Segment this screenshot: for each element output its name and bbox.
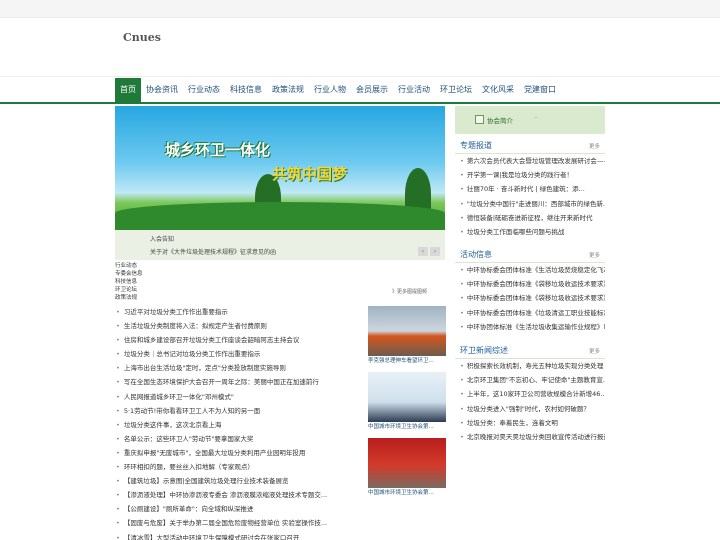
nav-item[interactable]: 党建窗口 — [519, 78, 561, 102]
news-item[interactable]: 重庆拟申报"无废城市"，全国最大垃圾分类利用产业园明年投用 — [115, 446, 365, 460]
section-item[interactable]: 北京环卫集团"不忘初心、牢记使命"主题教育宣... — [455, 373, 605, 387]
category-link[interactable]: 科技信息 — [115, 278, 143, 286]
news-item[interactable]: 习近平对垃圾分类工作作出重要指示 — [115, 305, 365, 319]
thumb-image — [368, 438, 446, 488]
news-item[interactable]: 写在全国生态环境保护大会召开一周年之际：美丽中国正在加速前行 — [115, 375, 365, 389]
section-item[interactable]: 垃圾分类：奉着民生，连着文明 — [455, 416, 605, 430]
nav-item[interactable]: 政策法规 — [267, 78, 309, 102]
section-item[interactable]: "垃圾分类中国行"走进丽川：西部城市的绿色新... — [455, 197, 605, 211]
section-item[interactable]: 中环协标委会团体标准《袋移垃圾收运技术要求》... — [455, 291, 605, 305]
section-activities: 活动信息更多中环协标委会团体标准《生活垃圾焚烧稳定化飞灰...中环协标委会团体标… — [455, 247, 605, 334]
category-link[interactable]: 行业动态 — [115, 262, 143, 270]
news-item[interactable]: 【建筑垃圾】示意图|全国建筑垃圾处理行业技术装备展览 — [115, 474, 365, 488]
images-more-link[interactable]: 》更多图提图频 — [392, 288, 427, 295]
photo-thumb[interactable]: 中国城市环境卫生协会第... — [368, 438, 446, 502]
section-title[interactable]: 活动信息 — [460, 249, 492, 260]
nav-item[interactable]: 会员展示 — [351, 78, 393, 102]
banner-title-right: 共筑中国梦 — [272, 165, 348, 183]
nav-item[interactable]: 协会资讯 — [141, 78, 183, 102]
section-header: 环卫新闻综述 更多 — [455, 343, 605, 359]
section-more-link[interactable]: 更多 — [589, 142, 600, 150]
chevron-right-icon[interactable]: › — [430, 247, 440, 256]
intro-label: 协会简介 — [487, 117, 513, 125]
category-link[interactable]: 环卫论坛 — [115, 286, 143, 294]
nav-item[interactable]: 首页 — [115, 78, 141, 102]
section-item[interactable]: 中环协标委会团体标准《袋移垃圾收运技术要求》... — [455, 277, 605, 291]
news-item[interactable]: 生活垃圾分类制度将入法：拟规定产生者付费原则 — [115, 319, 365, 333]
section-item[interactable]: 北京晚报对昊天昊垃圾分类回收宣传活动进行报道 — [455, 430, 605, 444]
news-item[interactable]: 上海市出台生活垃圾"定时，定点"分类投放制度实施导则 — [115, 361, 365, 375]
photo-thumb[interactable]: 李克强总理伸车看望环卫... — [368, 306, 446, 370]
news-item[interactable]: 住房和城乡建设部召开垃圾分类工作座谈会韶暗阿志主持会议 — [115, 333, 365, 347]
section-item[interactable]: 上半年，这10家环卫公司营收规模合计新增46... — [455, 387, 605, 401]
main-nav: 首页 协会资讯 行业动态 科技信息 政策法规 行业人物 会员展示 行业活动 环卫论坛 文化风采 党建… — [115, 78, 605, 102]
association-intro[interactable]: 协会简介 · — [455, 106, 605, 134]
site-logo[interactable]: Cnues — [123, 31, 161, 44]
news-item[interactable]: 环环相扣的题，要丝丝入扣地解（专家观点） — [115, 460, 365, 474]
section-item[interactable]: 壮丽70年 · 奋斗新时代 | 绿色建筑：添... — [455, 182, 605, 196]
banner-caption-bottom[interactable]: 关于对《大件垃圾处理技术规程》征求意见的函 — [150, 247, 276, 256]
nav-item[interactable]: 行业动态 — [183, 78, 225, 102]
section-special-reports: 专题报道 更多第六次会员代表大会暨垃圾管理改发展研讨会——新...开学第一课|我是… — [455, 138, 605, 239]
banner-hill — [115, 202, 445, 230]
news-item[interactable]: 【固废与危废】关于举办第二届全国危险废物经营单位 实验室操作技... — [115, 516, 365, 530]
header-divider — [0, 76, 720, 77]
nav-underline — [0, 102, 720, 104]
section-item[interactable]: 德恒装备|砥砺奋进新征程，继往开来新时代 — [455, 211, 605, 225]
section-header: 活动信息 更多 — [455, 247, 605, 263]
section-item[interactable]: 积极探索长效机制，寿光五种垃圾实现分类处理 — [455, 359, 605, 373]
news-item[interactable]: 人民网报道城乡环卫一体化"邓州模式" — [115, 390, 365, 404]
section-title[interactable]: 环卫新闻综述 — [460, 345, 508, 356]
banner-slide[interactable]: 城乡环卫一体化 共筑中国梦 — [115, 106, 445, 230]
nav-item[interactable]: 环卫论坛 — [435, 78, 477, 102]
section-title[interactable]: 专题报道 — [460, 140, 492, 151]
news-item[interactable]: 5·1劳动节!带你看看环卫工人不为人知的另一面 — [115, 404, 365, 418]
section-item[interactable]: 垃圾分类工作面临哪些问题与挑战 — [455, 225, 605, 239]
nav-item[interactable]: 科技信息 — [225, 78, 267, 102]
section-item[interactable]: 中环协标委会团体标准《垃圾清运工职业技能标准... — [455, 306, 605, 320]
section-item[interactable]: 第六次会员代表大会暨垃圾管理改发展研讨会——新... — [455, 154, 605, 168]
banner-title-left: 城乡环卫一体化 — [165, 141, 271, 159]
nav-item[interactable]: 行业活动 — [393, 78, 435, 102]
thumb-label: 中国城市环境卫生协会第... — [368, 424, 434, 430]
news-item[interactable]: 名单公示：这些环卫人"劳动节"要拿国家大奖 — [115, 432, 365, 446]
news-item[interactable]: 【清冰雪】大型活动中环境卫生保障模式研讨会在张家口召开 — [115, 531, 365, 540]
top-strip — [0, 0, 720, 18]
thumb-image — [368, 372, 446, 422]
document-icon — [475, 115, 484, 124]
news-list: 习近平对垃圾分类工作作出重要指示生活垃圾分类制度将入法：拟规定产生者付费原则住房… — [115, 305, 365, 540]
section-item[interactable]: 中环协标委会团体标准《生活垃圾焚烧稳定化飞灰... — [455, 263, 605, 277]
section-more-link[interactable]: 更多 — [589, 251, 600, 259]
news-item[interactable]: 【渗沥液处理】中环协渗沥液专委会 渗沥液膜浓缩液处理技术专题交... — [115, 488, 365, 502]
banner-caption-top[interactable]: 入会告知 — [150, 234, 174, 243]
nav-item[interactable]: 文化风采 — [477, 78, 519, 102]
news-item[interactable]: 垃圾分类这件事，这次北京看上海 — [115, 418, 365, 432]
section-item[interactable]: 开学第一课|我是垃圾分类的践行者！ — [455, 168, 605, 182]
photo-thumb[interactable]: 中国城市环境卫生协会第... — [368, 372, 446, 436]
section-item[interactable]: 垃圾分类进入"强制"时代，农村如何破题？ — [455, 402, 605, 416]
intro-dot: · — [535, 115, 537, 122]
category-link[interactable]: 专委会信息 — [115, 270, 143, 278]
section-header: 专题报道 更多 — [455, 138, 605, 154]
banner-caption: 入会告知 关于对《大件垃圾处理技术规程》征求意见的函 ‹ › — [115, 230, 445, 260]
category-links: 行业动态 专委会信息 科技信息 环卫论坛 政策法规 — [115, 262, 143, 302]
photo-thumbs: 李克强总理伸车看望环卫... 中国城市环境卫生协会第... 中国城市环境卫生协会… — [368, 306, 446, 504]
section-item[interactable]: 中环协团体标准《生活垃圾收集运输作业规程》审... — [455, 320, 605, 334]
category-link[interactable]: 政策法规 — [115, 294, 143, 302]
nav-item[interactable]: 行业人物 — [309, 78, 351, 102]
news-item[interactable]: 【公厕建设】"厕所革命"：向全域和纵深推进 — [115, 502, 365, 516]
thumb-label: 中国城市环境卫生协会第... — [368, 490, 434, 496]
section-more-link[interactable]: 更多 — [589, 347, 600, 355]
thumb-image — [368, 306, 446, 356]
news-item[interactable]: 垃圾分类｜总书记对垃圾分类工作作出重要指示 — [115, 347, 365, 361]
section-news-review: 环卫新闻综述 更多积极探索长效机制，寿光五种垃圾实现分类处理北京环卫集团"不忘初心… — [455, 343, 605, 444]
chevron-left-icon[interactable]: ‹ — [418, 247, 428, 256]
thumb-label: 李克强总理伸车看望环卫... — [368, 358, 434, 364]
